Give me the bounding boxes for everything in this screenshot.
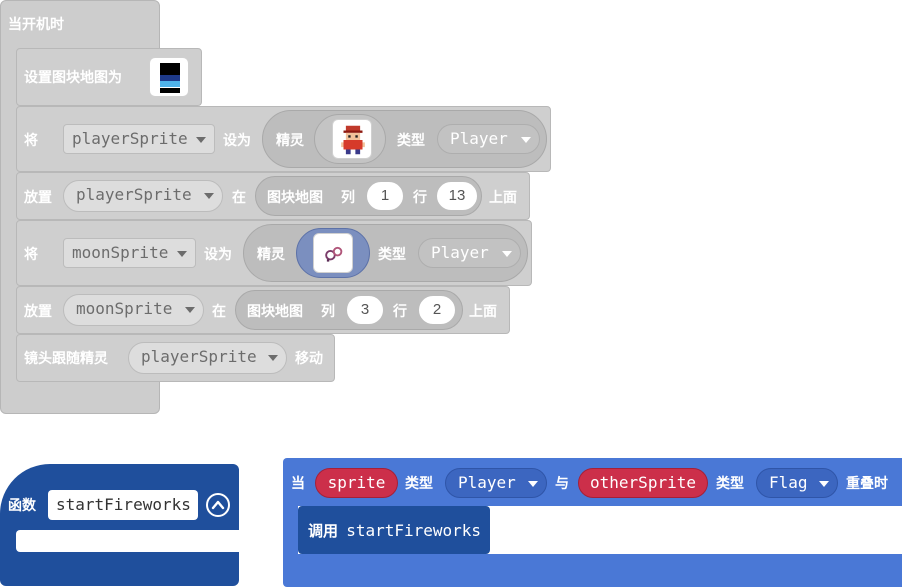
- chevron-down-icon: [268, 355, 278, 361]
- overlap-with-label: 与: [555, 475, 569, 491]
- chevron-down-icon: [196, 137, 206, 143]
- overlap-on-label: 当: [291, 475, 305, 491]
- set-player-set-label: 设为: [223, 132, 251, 148]
- place-moon-row-input[interactable]: 2: [418, 295, 456, 325]
- player-kind-dropdown[interactable]: Player: [437, 124, 540, 154]
- call-label: 调用 startFireworks: [308, 521, 482, 540]
- tilemap-thumbnail[interactable]: [149, 57, 189, 97]
- moon-sprite-variable-dropdown[interactable]: moonSprite: [63, 238, 196, 268]
- on-start-label: 当开机时: [8, 16, 64, 32]
- chevron-down-icon: [521, 137, 531, 143]
- place-player-col-input[interactable]: 1: [366, 181, 404, 211]
- place-player-verb: 放置: [24, 189, 52, 205]
- player-sprite-variable-dropdown[interactable]: playerSprite: [63, 124, 215, 154]
- moon-kind-dropdown[interactable]: Player: [418, 238, 521, 268]
- chevron-down-icon: [819, 481, 829, 487]
- function-definition-block[interactable]: [0, 464, 239, 586]
- overlap-kind-dropdown-1[interactable]: Player: [445, 468, 547, 498]
- place-moon-loc-label: 图块地图: [247, 303, 303, 319]
- place-player-col-label: 列: [341, 189, 355, 205]
- place-moon-variable-dropdown[interactable]: moonSprite: [63, 294, 204, 326]
- chevron-down-icon: [204, 193, 214, 199]
- moon-kind-label: 类型: [378, 246, 406, 262]
- collapse-chevron-up-icon[interactable]: [206, 493, 230, 517]
- function-name-input[interactable]: startFireworks: [48, 490, 198, 520]
- set-moon-set-label: 设为: [204, 246, 232, 262]
- player-kind-label: 类型: [397, 132, 425, 148]
- moon-image[interactable]: [313, 233, 353, 273]
- place-player-top-label: 上面: [489, 189, 517, 205]
- set-moon-verb: 将: [24, 246, 38, 262]
- overlap-sprite-variable[interactable]: sprite: [315, 468, 398, 498]
- overlap-other-sprite-variable[interactable]: otherSprite: [578, 468, 708, 498]
- place-moon-top-label: 上面: [469, 303, 497, 319]
- camera-follow-label: 镜头跟随精灵: [24, 350, 108, 366]
- set-tilemap-label: 设置图块地图为: [24, 69, 122, 85]
- function-body-slot: [16, 530, 239, 552]
- place-player-at-label: 在: [232, 189, 246, 205]
- function-label: 函数: [8, 497, 36, 513]
- set-player-verb: 将: [24, 132, 38, 148]
- camera-follow-suffix: 移动: [295, 350, 323, 366]
- place-player-row-input[interactable]: 13: [436, 181, 478, 211]
- chevron-down-icon: [528, 481, 538, 487]
- place-player-loc-label: 图块地图: [267, 189, 323, 205]
- place-moon-verb: 放置: [24, 303, 52, 319]
- place-moon-row-label: 行: [393, 303, 407, 319]
- place-moon-col-label: 列: [321, 303, 335, 319]
- call-function-name: startFireworks: [346, 521, 482, 540]
- overlap-suffix-label: 重叠时: [846, 475, 888, 491]
- overlap-kind-dropdown-2[interactable]: Flag: [756, 468, 838, 498]
- place-player-row-label: 行: [413, 189, 427, 205]
- overlap-kind-label-1: 类型: [405, 475, 433, 491]
- place-player-variable-dropdown[interactable]: playerSprite: [63, 180, 223, 212]
- player-character-image[interactable]: [332, 119, 372, 159]
- camera-sprite-dropdown[interactable]: playerSprite: [128, 342, 287, 374]
- overlap-kind-label-2: 类型: [716, 475, 744, 491]
- chevron-down-icon: [177, 251, 187, 257]
- player-sprite-label: 精灵: [276, 132, 304, 148]
- place-moon-at-label: 在: [212, 303, 226, 319]
- chevron-down-icon: [502, 251, 512, 257]
- chevron-down-icon: [185, 307, 195, 313]
- place-moon-col-input[interactable]: 3: [346, 295, 384, 325]
- moon-sprite-label: 精灵: [257, 246, 285, 262]
